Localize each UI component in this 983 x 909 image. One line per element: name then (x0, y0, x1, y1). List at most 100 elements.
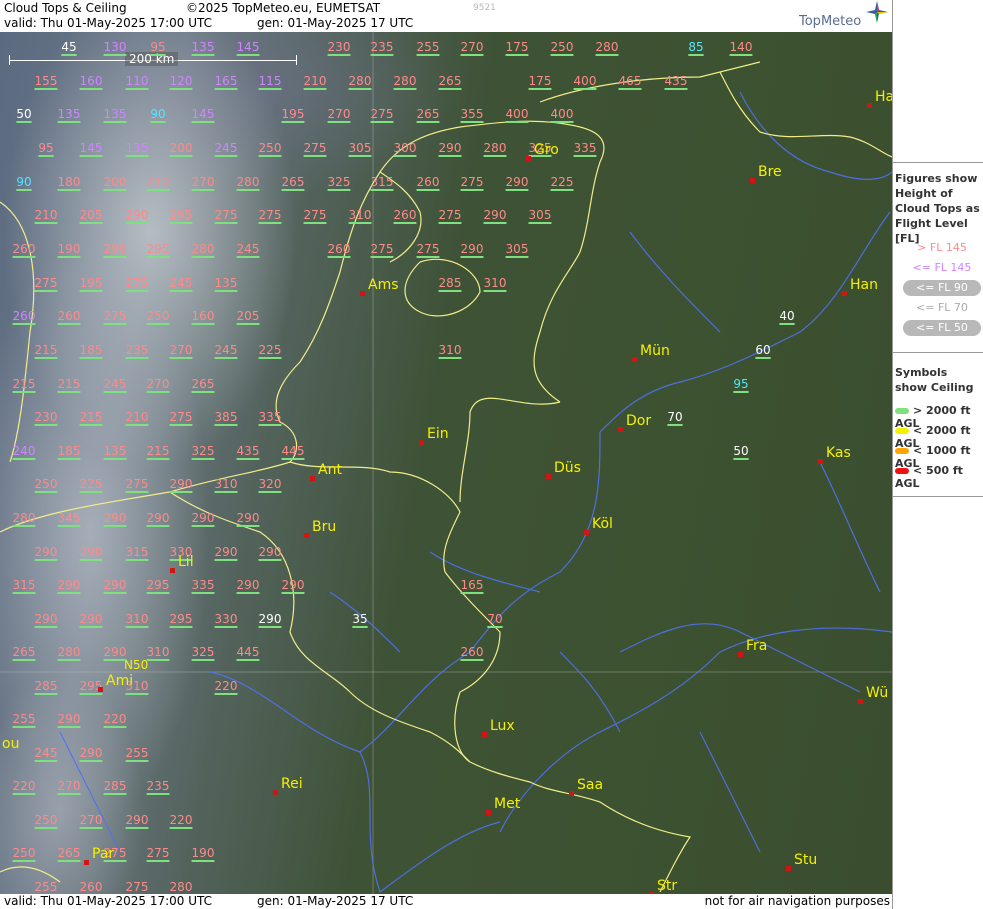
map-title: Cloud Tops & Ceiling (4, 1, 127, 15)
footer-valid-time: valid: Thu 01-May-2025 17:00 UTC (4, 894, 213, 908)
flight-level-label: 230 (34, 410, 58, 424)
flight-level-label: 245 (103, 377, 127, 391)
scale-label: 200 km (125, 52, 179, 66)
satellite-map[interactable]: 200 km N50 45 130 95 135 145 230 235 255 270 175 2… (0, 32, 892, 894)
flight-level-label: 385 (214, 410, 238, 424)
flight-level-label: 260 (12, 309, 36, 323)
city-dot-icon (310, 476, 315, 481)
flight-level-label: 135 (103, 444, 127, 458)
flight-level-label: 270 (460, 40, 484, 54)
flight-level-label: 275 (416, 242, 440, 256)
compass-star-icon (866, 1, 888, 23)
city-dot-icon (419, 440, 424, 445)
flight-level-label: 260 (79, 880, 103, 894)
footer-bar: valid: Thu 01-May-2025 17:00 UTC gen: 01… (0, 894, 892, 909)
flight-level-label: 290 (483, 208, 507, 222)
flight-level-label: 135 (57, 107, 81, 121)
flight-level-label: 280 (348, 74, 372, 88)
legend-divider (893, 352, 983, 353)
flight-level-label: 190 (191, 846, 215, 860)
flight-level-label: 305 (348, 141, 372, 155)
flight-level-label: 280 (169, 880, 193, 894)
flight-level-label: 50 (16, 107, 32, 121)
flight-level-label: 335 (573, 141, 597, 155)
flight-level-label: 400 (550, 107, 574, 121)
city-name: Gro (534, 142, 559, 158)
flight-level-label: 145 (236, 40, 260, 54)
scale-bar: 200 km (9, 52, 297, 68)
flight-level-label: 220 (214, 679, 238, 693)
flight-level-label: 290 (258, 612, 282, 626)
flight-level-label: 290 (103, 645, 127, 659)
city-name: Ami (106, 673, 134, 689)
flight-level-label: 215 (12, 377, 36, 391)
flight-level-label: 445 (281, 444, 305, 458)
flight-level-label: 270 (191, 175, 215, 189)
city-dot-icon (526, 156, 531, 161)
flight-level-label: 290 (214, 545, 238, 559)
flight-level-label: 310 (214, 477, 238, 491)
flight-level-label: 280 (57, 645, 81, 659)
graticule (0, 32, 892, 894)
city-dot-icon (546, 474, 551, 479)
flight-level-label: 275 (370, 242, 394, 256)
flight-level-label: 110 (125, 74, 149, 88)
flight-level-label: 315 (12, 578, 36, 592)
city-name: Düs (554, 460, 581, 476)
city-name: Lil (178, 554, 194, 570)
flight-level-label: 245 (214, 141, 238, 155)
flight-level-label: 250 (258, 141, 282, 155)
city-dot-icon (842, 291, 847, 296)
city-dot-icon (786, 866, 791, 871)
symbols-heading: Symbols show Ceiling (895, 366, 974, 394)
flight-level-label: 160 (79, 74, 103, 88)
flight-level-label: 165 (214, 74, 238, 88)
flight-level-label: 220 (169, 813, 193, 827)
flight-level-label: 325 (191, 444, 215, 458)
flight-level-label: 275 (34, 276, 58, 290)
flight-level-label: 145 (79, 141, 103, 155)
flight-level-label: 280 (393, 74, 417, 88)
city-dot-icon (569, 791, 574, 796)
flight-level-label: 290 (34, 612, 58, 626)
flight-level-label: 300 (393, 141, 417, 155)
flight-level-label: 270 (327, 107, 351, 121)
city-dot-icon (304, 533, 309, 538)
flight-level-label: 250 (146, 309, 170, 323)
flight-level-label: 290 (236, 578, 260, 592)
city-name: Met (494, 796, 521, 812)
ceiling-orange-icon (895, 448, 909, 454)
flight-level-label: 195 (79, 276, 103, 290)
city-name: Ant (318, 462, 342, 478)
flight-level-label: 130 (103, 40, 127, 54)
flight-level-label: 330 (214, 612, 238, 626)
flight-level-label: 400 (505, 107, 529, 121)
flight-level-label: 250 (34, 477, 58, 491)
flight-level-label: 290 (34, 545, 58, 559)
city-name: Bre (758, 164, 782, 180)
flight-level-label: 190 (57, 242, 81, 256)
flight-level-label: 295 (169, 612, 193, 626)
flight-level-label: 90 (16, 175, 32, 189)
flight-level-label: 215 (146, 444, 170, 458)
flight-level-label: 275 (370, 107, 394, 121)
flight-level-label: 400 (573, 74, 597, 88)
flight-level-label: 165 (460, 578, 484, 592)
flight-level-label: 235 (125, 343, 149, 357)
flight-level-label: 245 (236, 242, 260, 256)
city-name: Str (657, 878, 678, 894)
flight-level-label: 280 (191, 242, 215, 256)
flight-level-label: 225 (79, 477, 103, 491)
flight-level-label: 265 (281, 175, 305, 189)
ceiling-red-icon (895, 468, 909, 474)
flight-level-label: 250 (550, 40, 574, 54)
flight-level-label: 290 (505, 175, 529, 189)
flight-level-label: 155 (34, 74, 58, 88)
flight-level-label: 225 (258, 343, 282, 357)
topmeteo-logo-text: TopMeteo (799, 14, 862, 29)
flight-level-label: 290 (146, 511, 170, 525)
ceiling-green-icon (895, 408, 909, 414)
flight-level-label: 225 (550, 175, 574, 189)
flight-level-label: 290 (79, 612, 103, 626)
ceiling-yellow-icon (895, 428, 909, 434)
